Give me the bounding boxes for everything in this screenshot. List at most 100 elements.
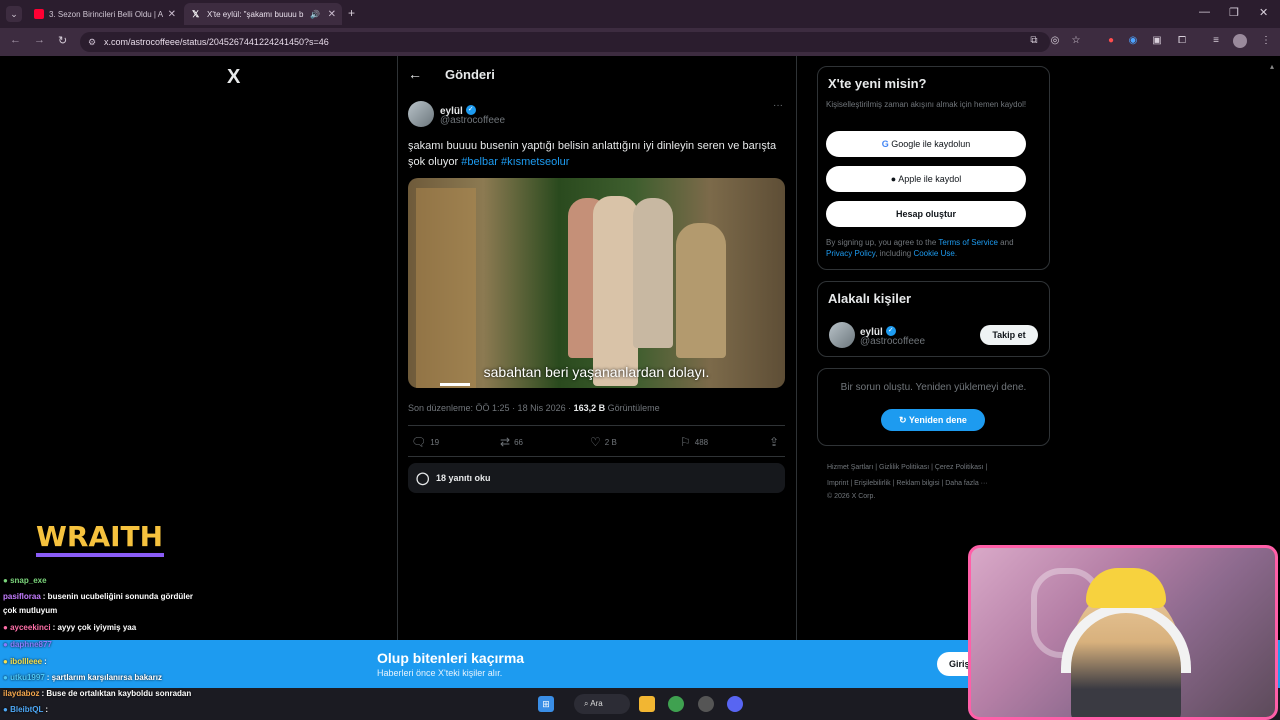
chat-message: pasifloraa: busenin ucubeliğini sonunda … xyxy=(3,592,193,601)
close-icon[interactable]: ✕ xyxy=(328,9,336,20)
video-progress[interactable] xyxy=(440,383,470,386)
back-arrow-icon[interactable]: ← xyxy=(408,66,422,82)
stream-logo: WRAITH xyxy=(36,520,164,553)
chat-badge-icon: ● xyxy=(3,705,8,714)
banner-subtitle: Haberleri önce X'teki kişiler alır. xyxy=(377,668,503,678)
tab-x[interactable]: 𝕏 X'te eylül: "şakamı buuuu b 🔊 ✕ xyxy=(184,3,342,25)
install-app-icon[interactable]: ⧉ xyxy=(1027,34,1041,48)
hashtag-link[interactable]: #belbar xyxy=(461,156,498,168)
search-label: Ara xyxy=(590,699,603,708)
footer-line[interactable]: Imprint | Erişilebilirlik | Reklam bilgi… xyxy=(827,476,1042,492)
chat-text: : xyxy=(45,705,49,714)
tab-search-icon[interactable]: ⌄ xyxy=(6,6,22,22)
reply-button[interactable]: 🗨 19 xyxy=(411,435,439,449)
read-replies-label: 18 yanıtı oku xyxy=(436,473,491,483)
pikachu-hat xyxy=(1086,568,1166,608)
google-icon: G xyxy=(881,139,889,149)
tweet-timestamp[interactable]: Son düzenleme: ÖÖ 1:25 · 18 Nis 2026 · xyxy=(408,403,574,413)
reply-icon: 🗨 xyxy=(411,435,427,449)
chat-badge-icon: ● xyxy=(3,657,8,666)
reload-icon[interactable]: ↻ xyxy=(58,34,67,47)
follow-button[interactable]: Takip et xyxy=(980,325,1038,345)
tweet-video[interactable]: sabahtan beri yaşananlardan dolayı. xyxy=(408,178,785,388)
back-icon[interactable]: ← xyxy=(10,34,21,46)
apple-icon: ● xyxy=(890,174,897,184)
cookie-link[interactable]: Cookie Use xyxy=(913,249,954,258)
chat-badge-icon: ● xyxy=(3,576,8,585)
signup-card: X'te yeni misin? Kişiselleştirilmiş zama… xyxy=(817,66,1050,270)
windows-start-icon[interactable]: ⊞ xyxy=(538,696,554,712)
video-figure xyxy=(676,223,726,358)
obs-icon[interactable] xyxy=(698,696,714,712)
chat-user: ibollleee xyxy=(10,657,43,666)
bookmark-button[interactable]: ⚐ 488 xyxy=(680,435,708,449)
address-bar[interactable]: ⚙ x.com/astrocoffeee/status/204526744122… xyxy=(80,32,1050,52)
extension-icon[interactable]: ◉ xyxy=(1126,34,1140,48)
minimize-icon[interactable]: — xyxy=(1199,6,1210,18)
extension-icon[interactable]: ● xyxy=(1104,34,1118,48)
chat-user: BleibtQL xyxy=(10,705,44,714)
discord-icon[interactable] xyxy=(727,696,743,712)
views-count: 163,2 B xyxy=(573,403,606,413)
avatar[interactable] xyxy=(829,322,855,348)
refresh-icon: ↻ xyxy=(899,415,907,425)
chat-message: ● BleibtQL: xyxy=(3,705,48,714)
close-window-icon[interactable]: ✕ xyxy=(1259,6,1268,19)
repost-count: 66 xyxy=(514,437,523,447)
repost-icon: ⇄ xyxy=(500,435,511,449)
chat-message: ● ibollleee: xyxy=(3,657,47,666)
chrome-icon[interactable] xyxy=(668,696,684,712)
x-logo[interactable]: X xyxy=(227,66,240,89)
reading-list-icon[interactable]: ≡ xyxy=(1209,34,1223,48)
eye-off-icon[interactable]: ◎ xyxy=(1048,34,1062,48)
chat-user: daphne877 xyxy=(10,640,52,649)
close-icon[interactable]: ✕ xyxy=(168,9,176,20)
signup-subtitle: Kişiselleştirilmiş zaman akışını almak i… xyxy=(826,100,1027,109)
footer-line[interactable]: Hizmet Şartları | Gizlilik Politikası | … xyxy=(827,460,1042,476)
read-replies-button[interactable]: ◯ 18 yanıtı oku xyxy=(408,463,785,493)
new-tab-button[interactable]: + xyxy=(348,6,355,20)
column-divider xyxy=(397,56,398,640)
tab-youtube[interactable]: 3. Sezon Birincileri Belli Oldu | A ✕ xyxy=(26,3,182,25)
privacy-link[interactable]: Privacy Policy xyxy=(826,249,875,258)
repost-button[interactable]: ⇄ 66 xyxy=(500,435,523,449)
tweet-text: şakamı buuuu busenin yaptığı belisin anl… xyxy=(408,138,788,170)
x-icon: 𝕏 xyxy=(192,9,200,19)
page-title: Gönderi xyxy=(445,67,495,82)
column-divider xyxy=(796,56,797,640)
create-account-button[interactable]: Hesap oluştur xyxy=(826,201,1026,227)
bookmark-icon: ⚐ xyxy=(680,435,691,449)
search-icon: ⌕ xyxy=(584,699,589,708)
video-figure xyxy=(633,198,673,348)
puzzle-icon[interactable]: ⧠ xyxy=(1175,34,1189,48)
author-handle[interactable]: @astrocoffeee xyxy=(440,115,505,126)
google-signup-button[interactable]: G Google ile kaydolun xyxy=(826,131,1026,157)
extension-icon[interactable]: ▣ xyxy=(1150,34,1164,48)
hashtag-link[interactable]: #kısmetseolur xyxy=(501,156,569,168)
video-subtitle: sabahtan beri yaşananlardan dolayı. xyxy=(483,364,710,380)
menu-icon[interactable]: ⋮ xyxy=(1259,34,1273,48)
bookmark-star-icon[interactable]: ☆ xyxy=(1069,34,1083,48)
scrollbar-up-icon[interactable]: ▴ xyxy=(1270,62,1274,71)
retry-button[interactable]: ↻ Yeniden dene xyxy=(881,409,985,431)
more-icon[interactable]: ··· xyxy=(773,100,783,111)
taskbar-search[interactable]: ⌕ Ara xyxy=(574,694,630,714)
restore-icon[interactable]: ❐ xyxy=(1229,6,1239,19)
site-info-icon[interactable]: ⚙ xyxy=(88,32,96,52)
apple-signup-button[interactable]: ● Apple ile kaydol xyxy=(826,166,1026,192)
tab-label: 3. Sezon Birincileri Belli Oldu | A xyxy=(49,9,164,19)
google-label: Google ile kaydolun xyxy=(891,139,971,149)
share-button[interactable]: ⇪ xyxy=(769,435,779,449)
speaker-icon[interactable]: 🔊 xyxy=(310,10,320,19)
chat-user: snap_exe xyxy=(10,576,47,585)
chat-message: ilaydaboz: Buse de ortalıktan kayboldu s… xyxy=(3,689,191,698)
avatar[interactable] xyxy=(408,101,434,127)
terms-link[interactable]: Terms of Service xyxy=(938,238,998,247)
chat-text: çok mutluyum xyxy=(3,606,58,615)
chat-text: : busenin ucubeliğini sonunda gördüler xyxy=(42,592,194,601)
related-handle[interactable]: @astrocoffeee xyxy=(860,336,925,347)
forward-icon[interactable]: → xyxy=(34,34,45,46)
like-button[interactable]: ♡ 2 B xyxy=(590,435,617,449)
file-explorer-icon[interactable] xyxy=(639,696,655,712)
profile-avatar[interactable] xyxy=(1233,34,1247,48)
